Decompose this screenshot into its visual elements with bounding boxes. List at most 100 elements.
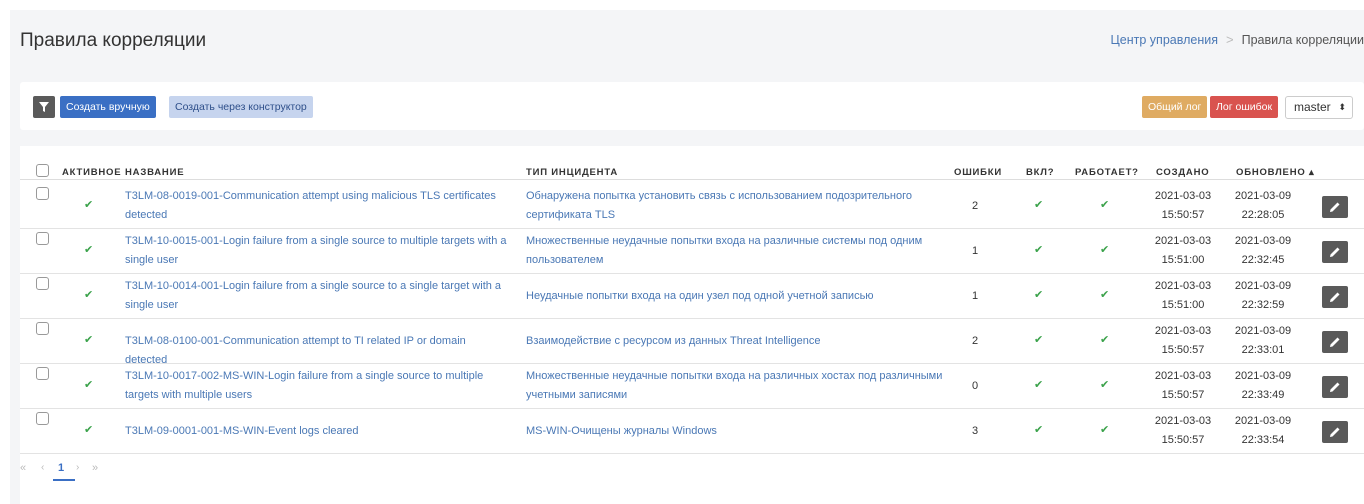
select-all-checkbox[interactable] — [36, 164, 49, 177]
enabled-check-icon: ✔ — [1034, 334, 1044, 346]
updated-date: 2021-03-09 — [1234, 325, 1292, 337]
incident-type-link[interactable]: Обнаружена попытка установить связь с ис… — [526, 187, 946, 225]
rule-name-line: T3LM-10-0014-001-Login failure from a si… — [125, 280, 502, 292]
create-constructor-button[interactable]: Создать через конструктор — [169, 96, 313, 118]
column-header-name[interactable]: НАЗВАНИЕ — [125, 167, 184, 178]
incident-type-line: Неудачные попытки входа на один узел под… — [526, 290, 874, 302]
rule-name-link[interactable]: T3LM-10-0014-001-Login failure from a si… — [125, 277, 510, 315]
created-date: 2021-03-03 — [1154, 325, 1212, 337]
edit-button[interactable] — [1322, 331, 1348, 353]
incident-type-line: сертификата TLS — [526, 209, 616, 221]
incident-type-line: Взаимодействие с ресурсом из данных Thre… — [526, 335, 821, 347]
breadcrumb-link-control-center[interactable]: Центр управления — [1111, 33, 1218, 47]
incident-type-line: Обнаружена попытка установить связь с ис… — [526, 190, 912, 202]
created-datetime: 2021-03-03 15:50:57 — [1143, 322, 1223, 360]
pagination-active-indicator — [53, 479, 75, 481]
edit-button[interactable] — [1322, 376, 1348, 398]
rule-name-line: T3LM-08-0019-001-Communication attempt u… — [125, 190, 496, 202]
errors-count: 2 — [971, 200, 979, 212]
rule-name-line: targets with multiple users — [125, 389, 253, 401]
rule-name-line: T3LM-10-0015-001-Login failure from a si… — [125, 235, 507, 247]
column-header-enabled[interactable]: ВКЛ? — [1026, 167, 1054, 178]
column-header-updated[interactable]: ОБНОВЛЕНО ▴ — [1236, 167, 1315, 178]
errors-count: 3 — [971, 425, 979, 437]
general-log-button[interactable]: Общий лог — [1142, 96, 1208, 118]
column-header-working[interactable]: РАБОТАЕТ? — [1075, 167, 1139, 178]
rule-name-line: detected — [125, 209, 168, 221]
column-header-active: АКТИВНОЕ — [62, 167, 122, 178]
created-time: 15:50:57 — [1161, 434, 1205, 446]
column-header-incident-type[interactable]: ТИП ИНЦИДЕНТА — [526, 167, 618, 178]
incident-type-link[interactable]: MS-WIN-Очищены журналы Windows — [526, 422, 946, 441]
updated-time: 22:32:45 — [1241, 254, 1285, 266]
create-manual-button[interactable]: Создать вручную — [60, 96, 156, 118]
pagination-next[interactable]: › — [76, 462, 79, 473]
updated-time: 22:33:01 — [1241, 344, 1285, 356]
row-checkbox[interactable] — [36, 322, 49, 335]
active-check-icon: ✔ — [84, 424, 94, 436]
edit-button[interactable] — [1322, 241, 1348, 263]
table-row: ✔ T3LM-10-0015-001-Login failure from a … — [20, 229, 1364, 274]
working-check-icon: ✔ — [1100, 289, 1110, 301]
pagination-first[interactable]: « — [20, 462, 26, 474]
created-time: 15:51:00 — [1161, 299, 1205, 311]
updated-datetime: 2021-03-09 22:28:05 — [1223, 187, 1303, 225]
enabled-check-icon: ✔ — [1034, 289, 1044, 301]
rule-name-link[interactable]: T3LM-10-0015-001-Login failure from a si… — [125, 232, 510, 270]
edit-button[interactable] — [1322, 196, 1348, 218]
errors-count: 0 — [971, 380, 979, 392]
table-row: ✔ T3LM-10-0014-001-Login failure from a … — [20, 274, 1364, 319]
working-check-icon: ✔ — [1100, 334, 1110, 346]
edit-button[interactable] — [1322, 286, 1348, 308]
updated-datetime: 2021-03-09 22:32:45 — [1223, 232, 1303, 270]
active-check-icon: ✔ — [84, 289, 94, 301]
incident-type-link[interactable]: Неудачные попытки входа на один узел под… — [526, 287, 946, 306]
pencil-icon — [1330, 292, 1340, 302]
table-row: ✔ T3LM-08-0100-001-Communication attempt… — [20, 319, 1364, 366]
pagination-page-1[interactable]: 1 — [58, 462, 64, 474]
filter-button[interactable] — [33, 96, 55, 118]
filter-icon — [39, 102, 49, 112]
rule-name-link[interactable]: T3LM-08-0019-001-Communication attempt u… — [125, 187, 510, 225]
pencil-icon — [1330, 202, 1340, 212]
pagination-last[interactable]: » — [92, 462, 98, 474]
column-header-errors[interactable]: ОШИБКИ — [954, 167, 1002, 178]
rule-name-link[interactable]: T3LM-10-0017-002-MS-WIN-Login failure fr… — [125, 367, 510, 405]
created-date: 2021-03-03 — [1154, 370, 1212, 382]
created-datetime: 2021-03-03 15:51:00 — [1143, 232, 1223, 270]
row-checkbox[interactable] — [36, 232, 49, 245]
branch-select[interactable]: master ⬍ — [1285, 96, 1353, 119]
created-date: 2021-03-03 — [1154, 190, 1212, 202]
rule-name-link[interactable]: T3LM-09-0001-001-MS-WIN-Event logs clear… — [125, 422, 510, 441]
table-header: АКТИВНОЕ НАЗВАНИЕ ТИП ИНЦИДЕНТА ОШИБКИ В… — [20, 160, 1364, 180]
working-check-icon: ✔ — [1100, 424, 1110, 436]
created-time: 15:50:57 — [1161, 209, 1205, 221]
incident-type-line: пользователем — [526, 254, 604, 266]
enabled-check-icon: ✔ — [1034, 244, 1044, 256]
updated-time: 22:32:59 — [1241, 299, 1285, 311]
pencil-icon — [1330, 382, 1340, 392]
pencil-icon — [1330, 337, 1340, 347]
rule-name-line: single user — [125, 254, 179, 266]
row-checkbox[interactable] — [36, 367, 49, 380]
error-log-button[interactable]: Лог ошибок — [1210, 96, 1279, 118]
active-check-icon: ✔ — [84, 379, 94, 391]
column-header-created[interactable]: СОЗДАНО — [1156, 167, 1209, 178]
incident-type-link[interactable]: Множественные неудачные попытки входа на… — [526, 232, 946, 270]
pagination-prev[interactable]: ‹ — [41, 462, 44, 473]
row-checkbox[interactable] — [36, 412, 49, 425]
incident-type-link[interactable]: Множественные неудачные попытки входа на… — [526, 367, 946, 405]
working-check-icon: ✔ — [1100, 199, 1110, 211]
row-checkbox[interactable] — [36, 187, 49, 200]
created-date: 2021-03-03 — [1154, 235, 1212, 247]
created-datetime: 2021-03-03 15:50:57 — [1143, 187, 1223, 225]
select-arrows-icon: ⬍ — [1338, 102, 1346, 112]
table-row: ✔ T3LM-09-0001-001-MS-WIN-Event logs cle… — [20, 409, 1364, 454]
incident-type-link[interactable]: Взаимодействие с ресурсом из данных Thre… — [526, 332, 946, 351]
page-title: Правила корреляции — [20, 30, 207, 51]
updated-date: 2021-03-09 — [1234, 280, 1292, 292]
created-time: 15:51:00 — [1161, 254, 1205, 266]
enabled-check-icon: ✔ — [1034, 199, 1044, 211]
row-checkbox[interactable] — [36, 277, 49, 290]
edit-button[interactable] — [1322, 421, 1348, 443]
